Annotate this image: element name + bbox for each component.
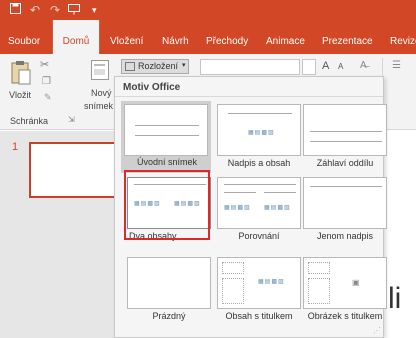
layout-title-slide[interactable]: Úvodní snímek — [121, 101, 211, 173]
layout-label: Úvodní snímek — [136, 157, 198, 167]
layout-picture-with-caption[interactable]: ▣ Obrázek s titulkem — [303, 257, 387, 325]
layout-button-label: Rozložení — [138, 61, 179, 71]
undo-icon[interactable]: ↶ — [30, 2, 40, 18]
placeholder-box — [308, 278, 330, 304]
tab-transitions[interactable]: Přechody — [206, 20, 248, 54]
layout-icon — [125, 62, 135, 71]
format-painter-icon[interactable]: ✎ — [44, 92, 52, 103]
tab-review[interactable]: Revize — [390, 20, 416, 54]
gallery-resize-grip-icon[interactable]: ⋰ — [373, 326, 381, 335]
customize-qat-icon[interactable]: ▾ — [92, 2, 97, 18]
layout-label: Porovnání — [238, 231, 280, 241]
clipboard-launcher-icon[interactable]: ⇲ — [68, 115, 75, 124]
placeholder-line — [310, 131, 382, 132]
shrink-font-button[interactable]: A — [338, 62, 343, 71]
tab-animations[interactable]: Animace — [266, 20, 305, 54]
paste-icon[interactable] — [10, 60, 32, 89]
tab-file[interactable]: Soubor — [8, 20, 40, 54]
layout-preview: ▦▤▩▧ — [217, 104, 301, 156]
slide-number: 1 — [12, 141, 19, 153]
picture-icon: ▣ — [352, 278, 360, 287]
layout-title-only[interactable]: Jenom nadpis — [303, 177, 387, 245]
placeholder-line — [135, 125, 199, 126]
gallery-divider — [115, 96, 383, 97]
clear-format-icon[interactable]: A̶ — [360, 60, 367, 71]
placeholder-line — [228, 113, 292, 114]
layout-label: Obrázek s titulkem — [307, 311, 383, 321]
layout-preview — [127, 257, 211, 309]
content-icons: ▦▤▩▧ — [248, 130, 275, 136]
grow-font-button[interactable]: A — [322, 60, 329, 72]
content-icons: ▦▤▩▧ — [224, 205, 251, 211]
layout-preview: ▦▤▩▧ — [217, 257, 301, 309]
tab-insert[interactable]: Vložení — [110, 20, 143, 54]
layout-label: Nadpis a obsah — [227, 158, 291, 168]
layout-label: Jenom nadpis — [316, 231, 374, 241]
bullets-icon[interactable]: ☰ — [392, 60, 401, 71]
new-slide-button[interactable]: Nový — [91, 88, 112, 98]
quick-access-toolbar: ↶ ↷ ▾ — [0, 0, 416, 20]
layout-blank[interactable]: Prázdný — [127, 257, 211, 325]
layout-label: Záhlaví oddílu — [316, 158, 374, 168]
tab-home[interactable]: Domů — [52, 20, 100, 54]
highlight-box — [124, 170, 210, 240]
font-name-box[interactable] — [200, 59, 300, 75]
placeholder-box — [222, 278, 244, 304]
layout-label: Prázdný — [152, 311, 186, 321]
start-presentation-icon[interactable] — [68, 3, 80, 19]
layout-preview: ▦▤▩▧ ▦▤▩▧ — [217, 177, 301, 229]
tab-slideshow[interactable]: Prezentace — [322, 20, 373, 54]
layout-title-and-content[interactable]: ▦▤▩▧ Nadpis a obsah — [217, 104, 301, 172]
layout-comparison[interactable]: ▦▤▩▧ ▦▤▩▧ Porovnání — [217, 177, 301, 245]
layout-content-with-caption[interactable]: ▦▤▩▧ Obsah s titulkem — [217, 257, 301, 325]
tab-design[interactable]: Návrh — [162, 20, 189, 54]
placeholder-line — [224, 192, 256, 193]
chevron-down-icon: ▾ — [182, 62, 186, 69]
new-slide-icon[interactable] — [91, 60, 109, 83]
placeholder-line — [135, 135, 199, 136]
cut-icon[interactable]: ✂ — [40, 58, 49, 71]
layout-preview — [124, 104, 208, 156]
new-slide-button-line2[interactable]: snímek — [84, 101, 113, 111]
layout-label: Obsah s titulkem — [225, 311, 293, 321]
font-size-box[interactable] — [302, 59, 316, 75]
clipboard-group-label: Schránka — [10, 116, 49, 126]
save-icon[interactable] — [10, 2, 21, 18]
layout-preview — [303, 104, 387, 156]
placeholder-line — [224, 184, 296, 185]
placeholder-box — [222, 262, 244, 274]
layout-preview — [303, 177, 387, 229]
content-icons: ▦▤▩▧ — [264, 205, 291, 211]
placeholder-line — [310, 141, 382, 142]
gallery-title: Motiv Office — [123, 82, 181, 93]
copy-icon[interactable]: ❐ — [42, 76, 51, 87]
content-icons: ▦▤▩▧ — [258, 279, 285, 285]
placeholder-line — [264, 192, 296, 193]
placeholder-box — [308, 262, 330, 274]
layout-section-header[interactable]: Záhlaví oddílu — [303, 104, 387, 172]
layout-preview: ▣ — [303, 257, 387, 309]
placeholder-line — [310, 186, 382, 187]
layout-button[interactable]: Rozložení ▾ — [121, 59, 189, 74]
redo-icon[interactable]: ↷ — [50, 2, 60, 18]
paste-button[interactable]: Vložit — [9, 90, 31, 100]
ribbon-tabs: Soubor Domů Vložení Návrh Přechody Anima… — [0, 20, 416, 54]
